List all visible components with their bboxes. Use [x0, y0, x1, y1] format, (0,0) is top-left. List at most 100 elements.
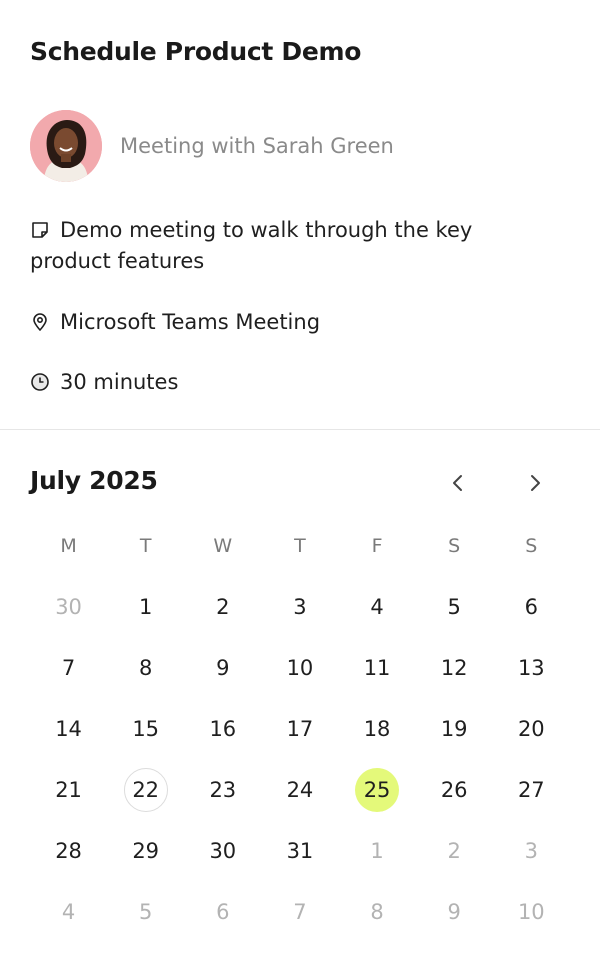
calendar-day[interactable]: 9 [416, 881, 493, 942]
calendar-day[interactable]: 6 [493, 576, 570, 637]
calendar-day-number: 17 [286, 716, 314, 741]
calendar-day[interactable]: 9 [184, 637, 261, 698]
calendar-day[interactable]: 8 [339, 881, 416, 942]
calendar-day-selected[interactable]: 25 [339, 759, 416, 820]
calendar-day[interactable]: 12 [416, 637, 493, 698]
calendar-day[interactable]: 1 [107, 576, 184, 637]
note-icon [30, 218, 50, 238]
calendar-day[interactable]: 1 [339, 820, 416, 881]
calendar-day[interactable]: 4 [339, 576, 416, 637]
calendar-day[interactable]: 3 [261, 576, 338, 637]
calendar-day-number: 10 [517, 899, 545, 924]
calendar-day-number: 13 [517, 655, 545, 680]
description-text: Demo meeting to walk through the key pro… [30, 218, 473, 273]
calendar-day[interactable]: 10 [261, 637, 338, 698]
calendar-day[interactable]: 7 [261, 881, 338, 942]
calendar-day[interactable]: 17 [261, 698, 338, 759]
calendar-day[interactable]: 11 [339, 637, 416, 698]
calendar-day[interactable]: 28 [30, 820, 107, 881]
calendar-day-number: 5 [447, 594, 461, 619]
calendar-day[interactable]: 18 [339, 698, 416, 759]
calendar-day-number: 20 [517, 716, 545, 741]
weekday-label: F [371, 534, 383, 557]
calendar-day-number: 24 [286, 777, 314, 802]
schedule-card: Schedule Product Demo Meeting with Sarah… [0, 0, 600, 975]
calendar-day-number: 19 [440, 716, 468, 741]
calendar-day-number: 2 [447, 838, 461, 863]
calendar-day-number: 8 [370, 899, 384, 924]
weekday-label: T [294, 534, 306, 557]
calendar-day-number: 15 [132, 716, 160, 741]
calendar-day-number: 1 [139, 594, 153, 619]
calendar-day-number: 7 [293, 899, 307, 924]
calendar-day[interactable]: 26 [416, 759, 493, 820]
calendar-day[interactable]: 2 [184, 576, 261, 637]
host-name: Meeting with Sarah Green [120, 134, 394, 158]
calendar-day[interactable]: 19 [416, 698, 493, 759]
duration-text: 30 minutes [60, 370, 179, 394]
divider [0, 429, 600, 430]
calendar-day-number: 5 [139, 899, 153, 924]
meeting-description: Demo meeting to walk through the key pro… [30, 215, 550, 277]
weekday-header-row: MTWTFSS [30, 515, 570, 576]
calendar-day-number: 27 [517, 777, 545, 802]
calendar-day-number: 29 [132, 838, 160, 863]
chevron-right-icon [531, 475, 540, 491]
calendar-day[interactable]: 2 [416, 820, 493, 881]
previous-month-button[interactable] [443, 468, 473, 498]
weekday-label: S [525, 534, 538, 557]
calendar-day-number: 4 [61, 899, 76, 924]
calendar-day-number: 25 [355, 767, 400, 812]
host-row: Meeting with Sarah Green [30, 110, 394, 182]
location-text: Microsoft Teams Meeting [60, 310, 321, 334]
calendar-day[interactable]: 10 [493, 881, 570, 942]
calendar-day[interactable]: 31 [261, 820, 338, 881]
calendar-day-number: 21 [55, 777, 82, 802]
weekday-label: T [139, 534, 152, 557]
calendar-day[interactable]: 15 [107, 698, 184, 759]
map-pin-icon [30, 310, 50, 332]
calendar-day[interactable]: 5 [416, 576, 493, 637]
weekday-label: S [448, 534, 461, 557]
calendar-day[interactable]: 27 [493, 759, 570, 820]
calendar-day-number: 1 [370, 838, 384, 863]
meeting-duration: 30 minutes [30, 367, 178, 398]
calendar-day-number: 6 [524, 594, 538, 619]
calendar-day-number: 2 [216, 594, 230, 619]
weekday-label: M [60, 534, 77, 557]
calendar-day-number: 22 [123, 767, 168, 812]
calendar-day-number: 16 [209, 716, 237, 741]
calendar-day[interactable]: 7 [30, 637, 107, 698]
calendar-day[interactable]: 29 [107, 820, 184, 881]
calendar-day[interactable]: 30 [30, 576, 107, 637]
calendar-day-number: 6 [216, 899, 230, 924]
calendar-day[interactable]: 6 [184, 881, 261, 942]
calendar-week-row: 30 1 2 3 4 5 6 [30, 576, 570, 637]
calendar-day[interactable]: 5 [107, 881, 184, 942]
calendar-day-number: 30 [209, 838, 237, 863]
calendar-day[interactable]: 24 [261, 759, 338, 820]
avatar [30, 110, 102, 182]
calendar-day-number: 10 [286, 655, 314, 680]
calendar-day[interactable]: 16 [184, 698, 261, 759]
calendar-day[interactable]: 4 [30, 881, 107, 942]
calendar-day[interactable]: 30 [184, 820, 261, 881]
calendar-day[interactable]: 8 [107, 637, 184, 698]
calendar-day[interactable]: 21 [30, 759, 107, 820]
calendar-day-number: 9 [216, 655, 230, 680]
calendar-day-today[interactable]: 22 [107, 759, 184, 820]
next-month-button[interactable] [520, 468, 550, 498]
calendar-day-number: 23 [209, 777, 237, 802]
calendar-week-row: 7 8 9 10 11 12 13 [30, 637, 570, 698]
calendar-day[interactable]: 20 [493, 698, 570, 759]
calendar-day-number: 3 [293, 594, 307, 619]
calendar-day-number: 11 [363, 655, 391, 680]
calendar-grid: M T W T F S S 30 1 2 3 4 5 6 7 8 9 10 11 12 13 14 15 16 17 18 19 20… [30, 515, 570, 942]
calendar-day[interactable]: 14 [30, 698, 107, 759]
calendar-day[interactable]: 13 [493, 637, 570, 698]
calendar-week-row: 21 22 23 24 25 26 27 [30, 759, 570, 820]
calendar-day-number: 8 [139, 655, 153, 680]
calendar-day[interactable]: 23 [184, 759, 261, 820]
calendar-month-label: July 2025 [30, 466, 158, 495]
calendar-day[interactable]: 3 [493, 820, 570, 881]
